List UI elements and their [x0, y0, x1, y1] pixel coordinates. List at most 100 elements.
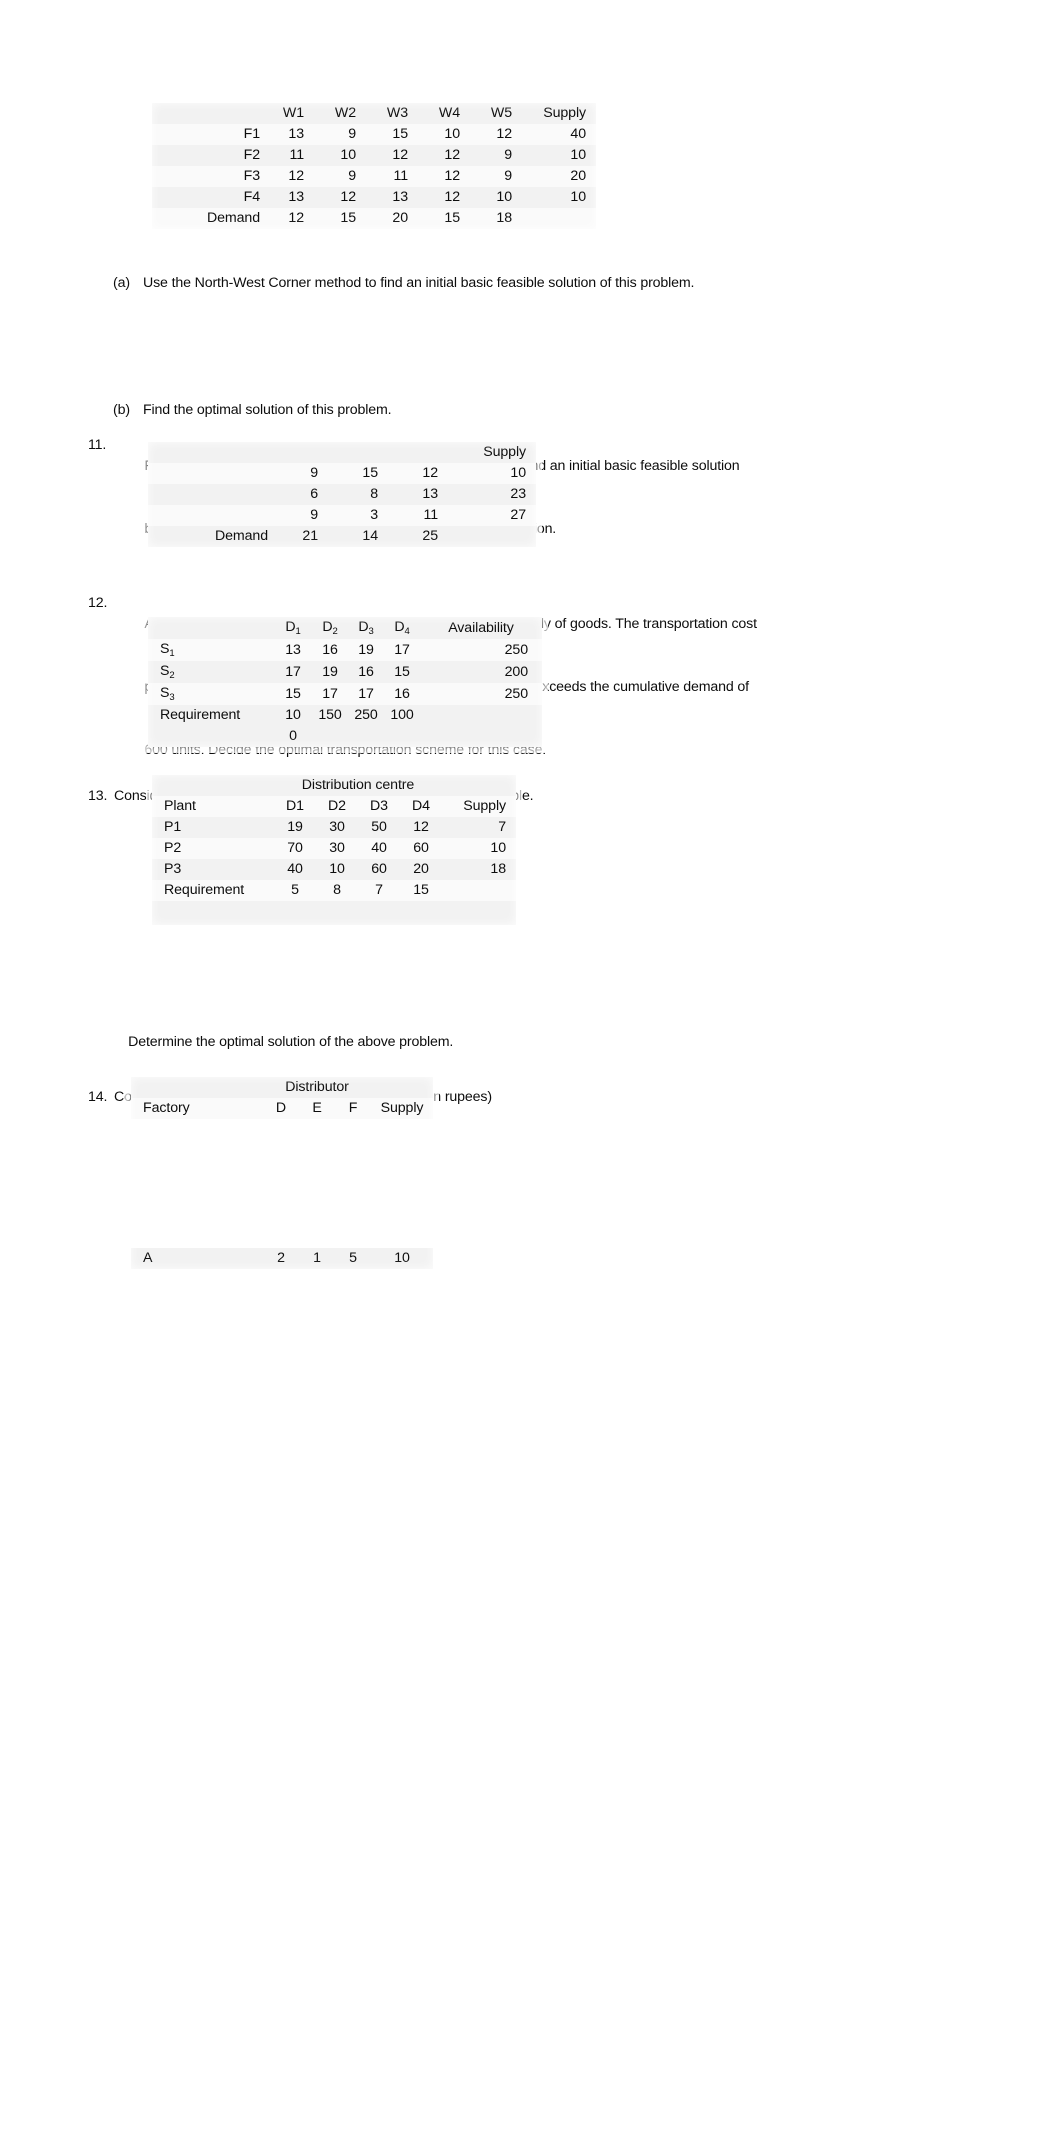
q10-cell: 12	[312, 187, 364, 208]
q13-spacer	[400, 901, 442, 925]
q12-requirement: 100	[384, 705, 420, 726]
q12-cell: 17	[274, 661, 312, 683]
q14-cell: 2	[263, 1248, 299, 1269]
q11-cell: 3	[328, 505, 388, 526]
q13-header-d4: D4	[400, 796, 442, 817]
table-q14: Distributor Factory D E F Supply A 2 1 5…	[131, 1077, 433, 1269]
q13-spacer	[316, 901, 358, 925]
q13-spacer	[152, 901, 274, 925]
q13-cell: 20	[400, 859, 442, 880]
q12-header-d3: D3	[348, 617, 384, 639]
q13-cell: 30	[316, 817, 358, 838]
q10-cell: 12	[416, 187, 468, 208]
item-13-marker: 13.	[88, 788, 108, 804]
q13-cell: 40	[358, 838, 400, 859]
q13-spacer	[358, 901, 400, 925]
q13-supply: 18	[442, 859, 516, 880]
table-row-footer: Demand 12 15 20 15 18	[152, 208, 596, 229]
q10-header-w2: W2	[312, 103, 364, 124]
q10-header-w1: W1	[260, 103, 312, 124]
q14-header-factory: Factory	[131, 1098, 263, 1119]
table-row: F3 12 9 11 12 9 20	[152, 166, 596, 187]
q12-cell: 16	[348, 661, 384, 683]
q10-cell: 12	[416, 145, 468, 166]
table-q10: W1 W2 W3 W4 W5 Supply F1 13 9 15 10 12 4…	[152, 103, 596, 229]
table-row-footer: Demand 21 14 25	[148, 526, 536, 547]
table-row: S3 15 17 17 16 250	[148, 683, 542, 705]
q11-cell: 15	[328, 463, 388, 484]
q12-cell: 19	[348, 639, 384, 661]
item-11-marker: 11.	[88, 437, 107, 453]
q12-cell: 17	[384, 639, 420, 661]
q13-cell: 60	[400, 838, 442, 859]
q12-footer-label: Requirement	[148, 705, 274, 726]
table-row-group-header: Distributor	[131, 1077, 433, 1098]
q12-availability: 200	[420, 661, 542, 683]
table-q12: D1 D2 D3 D4 Availability S1 13 16 19 17 …	[148, 617, 542, 747]
q11-row-label	[148, 484, 268, 505]
q10-supply: 20	[520, 166, 596, 187]
q11-header-blank-1	[268, 442, 328, 463]
table-row: A 2 1 5 10	[131, 1248, 433, 1269]
q14-gap	[335, 1119, 371, 1248]
q11-cell: 9	[268, 463, 328, 484]
q11-corner-cell	[148, 442, 268, 463]
q10-demand: 15	[416, 208, 468, 229]
q14-gap	[131, 1119, 263, 1248]
q11-supply: 23	[448, 484, 536, 505]
q11-cell: 6	[268, 484, 328, 505]
table-row-header: Factory D E F Supply	[131, 1098, 433, 1119]
q14-header-e: E	[299, 1098, 335, 1119]
q11-row-label	[148, 463, 268, 484]
q12-cell: 15	[274, 683, 312, 705]
q10-header-w3: W3	[364, 103, 416, 124]
table-q11-container: Supply 9 15 12 10 6 8 13 23 9 3 11 27 De…	[148, 442, 536, 547]
q13-cell: 50	[358, 817, 400, 838]
q12-row-label-s3: S3	[148, 683, 274, 705]
q10-row-label-f3: F3	[152, 166, 260, 187]
q12-row-label-s2: S2	[148, 661, 274, 683]
item-10a-marker: (a)	[113, 275, 130, 291]
q10-cell: 9	[468, 166, 520, 187]
q11-cell: 13	[388, 484, 448, 505]
q10-cell: 9	[312, 166, 364, 187]
q12-cell: 13	[274, 639, 312, 661]
q12-footer-availability	[420, 705, 542, 726]
q11-cell: 12	[388, 463, 448, 484]
q10-demand: 18	[468, 208, 520, 229]
q10-cell: 12	[416, 166, 468, 187]
q13-cell: 70	[274, 838, 316, 859]
q13-header-plant: Plant	[152, 796, 274, 817]
q13-group-spacer	[152, 775, 274, 796]
q13-footer-supply	[442, 880, 516, 901]
q10-supply: 10	[520, 145, 596, 166]
item-10a: (a) Use the North-West Corner method to …	[113, 231, 943, 336]
q11-cell: 11	[388, 505, 448, 526]
q11-demand: 14	[328, 526, 388, 547]
q12-availability: 250	[420, 639, 542, 661]
q13-header-supply: Supply	[442, 796, 516, 817]
table-row: 9 15 12 10	[148, 463, 536, 484]
table-q12-container: D1 D2 D3 D4 Availability S1 13 16 19 17 …	[148, 617, 542, 747]
q10-cell: 9	[468, 145, 520, 166]
q14-header-f: F	[335, 1098, 371, 1119]
q13-header-d2: D2	[316, 796, 358, 817]
q10-supply: 40	[520, 124, 596, 145]
q11-footer-label: Demand	[148, 526, 268, 547]
table-row: 6 8 13 23	[148, 484, 536, 505]
q11-demand: 25	[388, 526, 448, 547]
table-row-header: Supply	[148, 442, 536, 463]
q13-header-d1: D1	[274, 796, 316, 817]
q10-row-label-f2: F2	[152, 145, 260, 166]
table-row: F4 13 12 13 12 10 10	[152, 187, 596, 208]
q10-footer-supply	[520, 208, 596, 229]
q13-group-header: Distribution centre	[274, 775, 442, 796]
q10-cell: 12	[364, 145, 416, 166]
q10-footer-label: Demand	[152, 208, 260, 229]
q10-cell: 10	[416, 124, 468, 145]
table-row: S2 17 19 16 15 200	[148, 661, 542, 683]
q10-cell: 13	[364, 187, 416, 208]
table-q14-container: Distributor Factory D E F Supply A 2 1 5…	[131, 1077, 433, 1269]
q10-cell: 10	[312, 145, 364, 166]
q13-cell: 12	[400, 817, 442, 838]
